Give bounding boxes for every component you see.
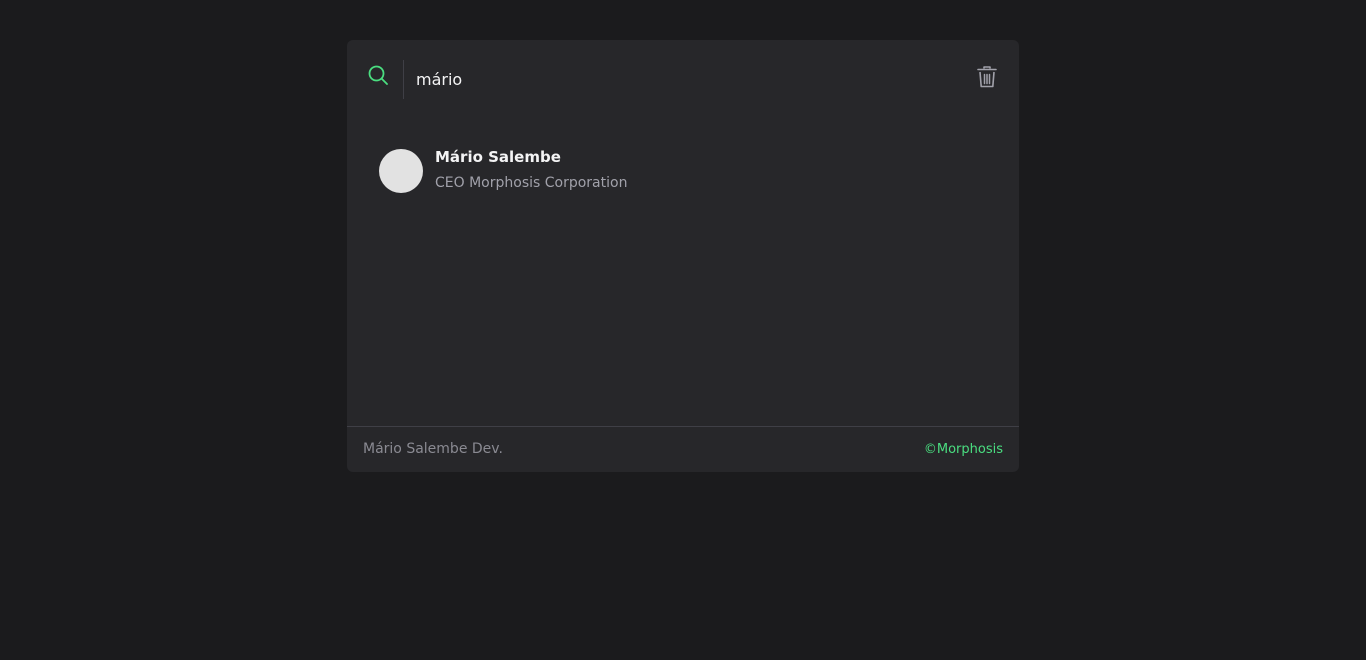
footer-brand-link[interactable]: ©Morphosis bbox=[924, 442, 1003, 457]
search-icon bbox=[367, 64, 389, 86]
search-input[interactable] bbox=[416, 66, 936, 92]
search-bar bbox=[347, 40, 1019, 118]
clear-search-button[interactable] bbox=[973, 63, 1001, 91]
result-item[interactable]: Mário Salembe CEO Morphosis Corporation bbox=[363, 136, 1003, 206]
footer: Mário Salembe Dev. ©Morphosis bbox=[347, 426, 1019, 472]
footer-credit: Mário Salembe Dev. bbox=[363, 441, 503, 457]
result-name: Mário Salembe bbox=[435, 148, 561, 166]
trash-icon bbox=[977, 66, 997, 88]
search-results: Mário Salembe CEO Morphosis Corporation bbox=[347, 118, 1019, 426]
search-divider bbox=[403, 60, 404, 99]
search-panel: Mário Salembe CEO Morphosis Corporation … bbox=[347, 40, 1019, 472]
avatar bbox=[379, 149, 423, 193]
result-subtitle: CEO Morphosis Corporation bbox=[435, 175, 628, 191]
